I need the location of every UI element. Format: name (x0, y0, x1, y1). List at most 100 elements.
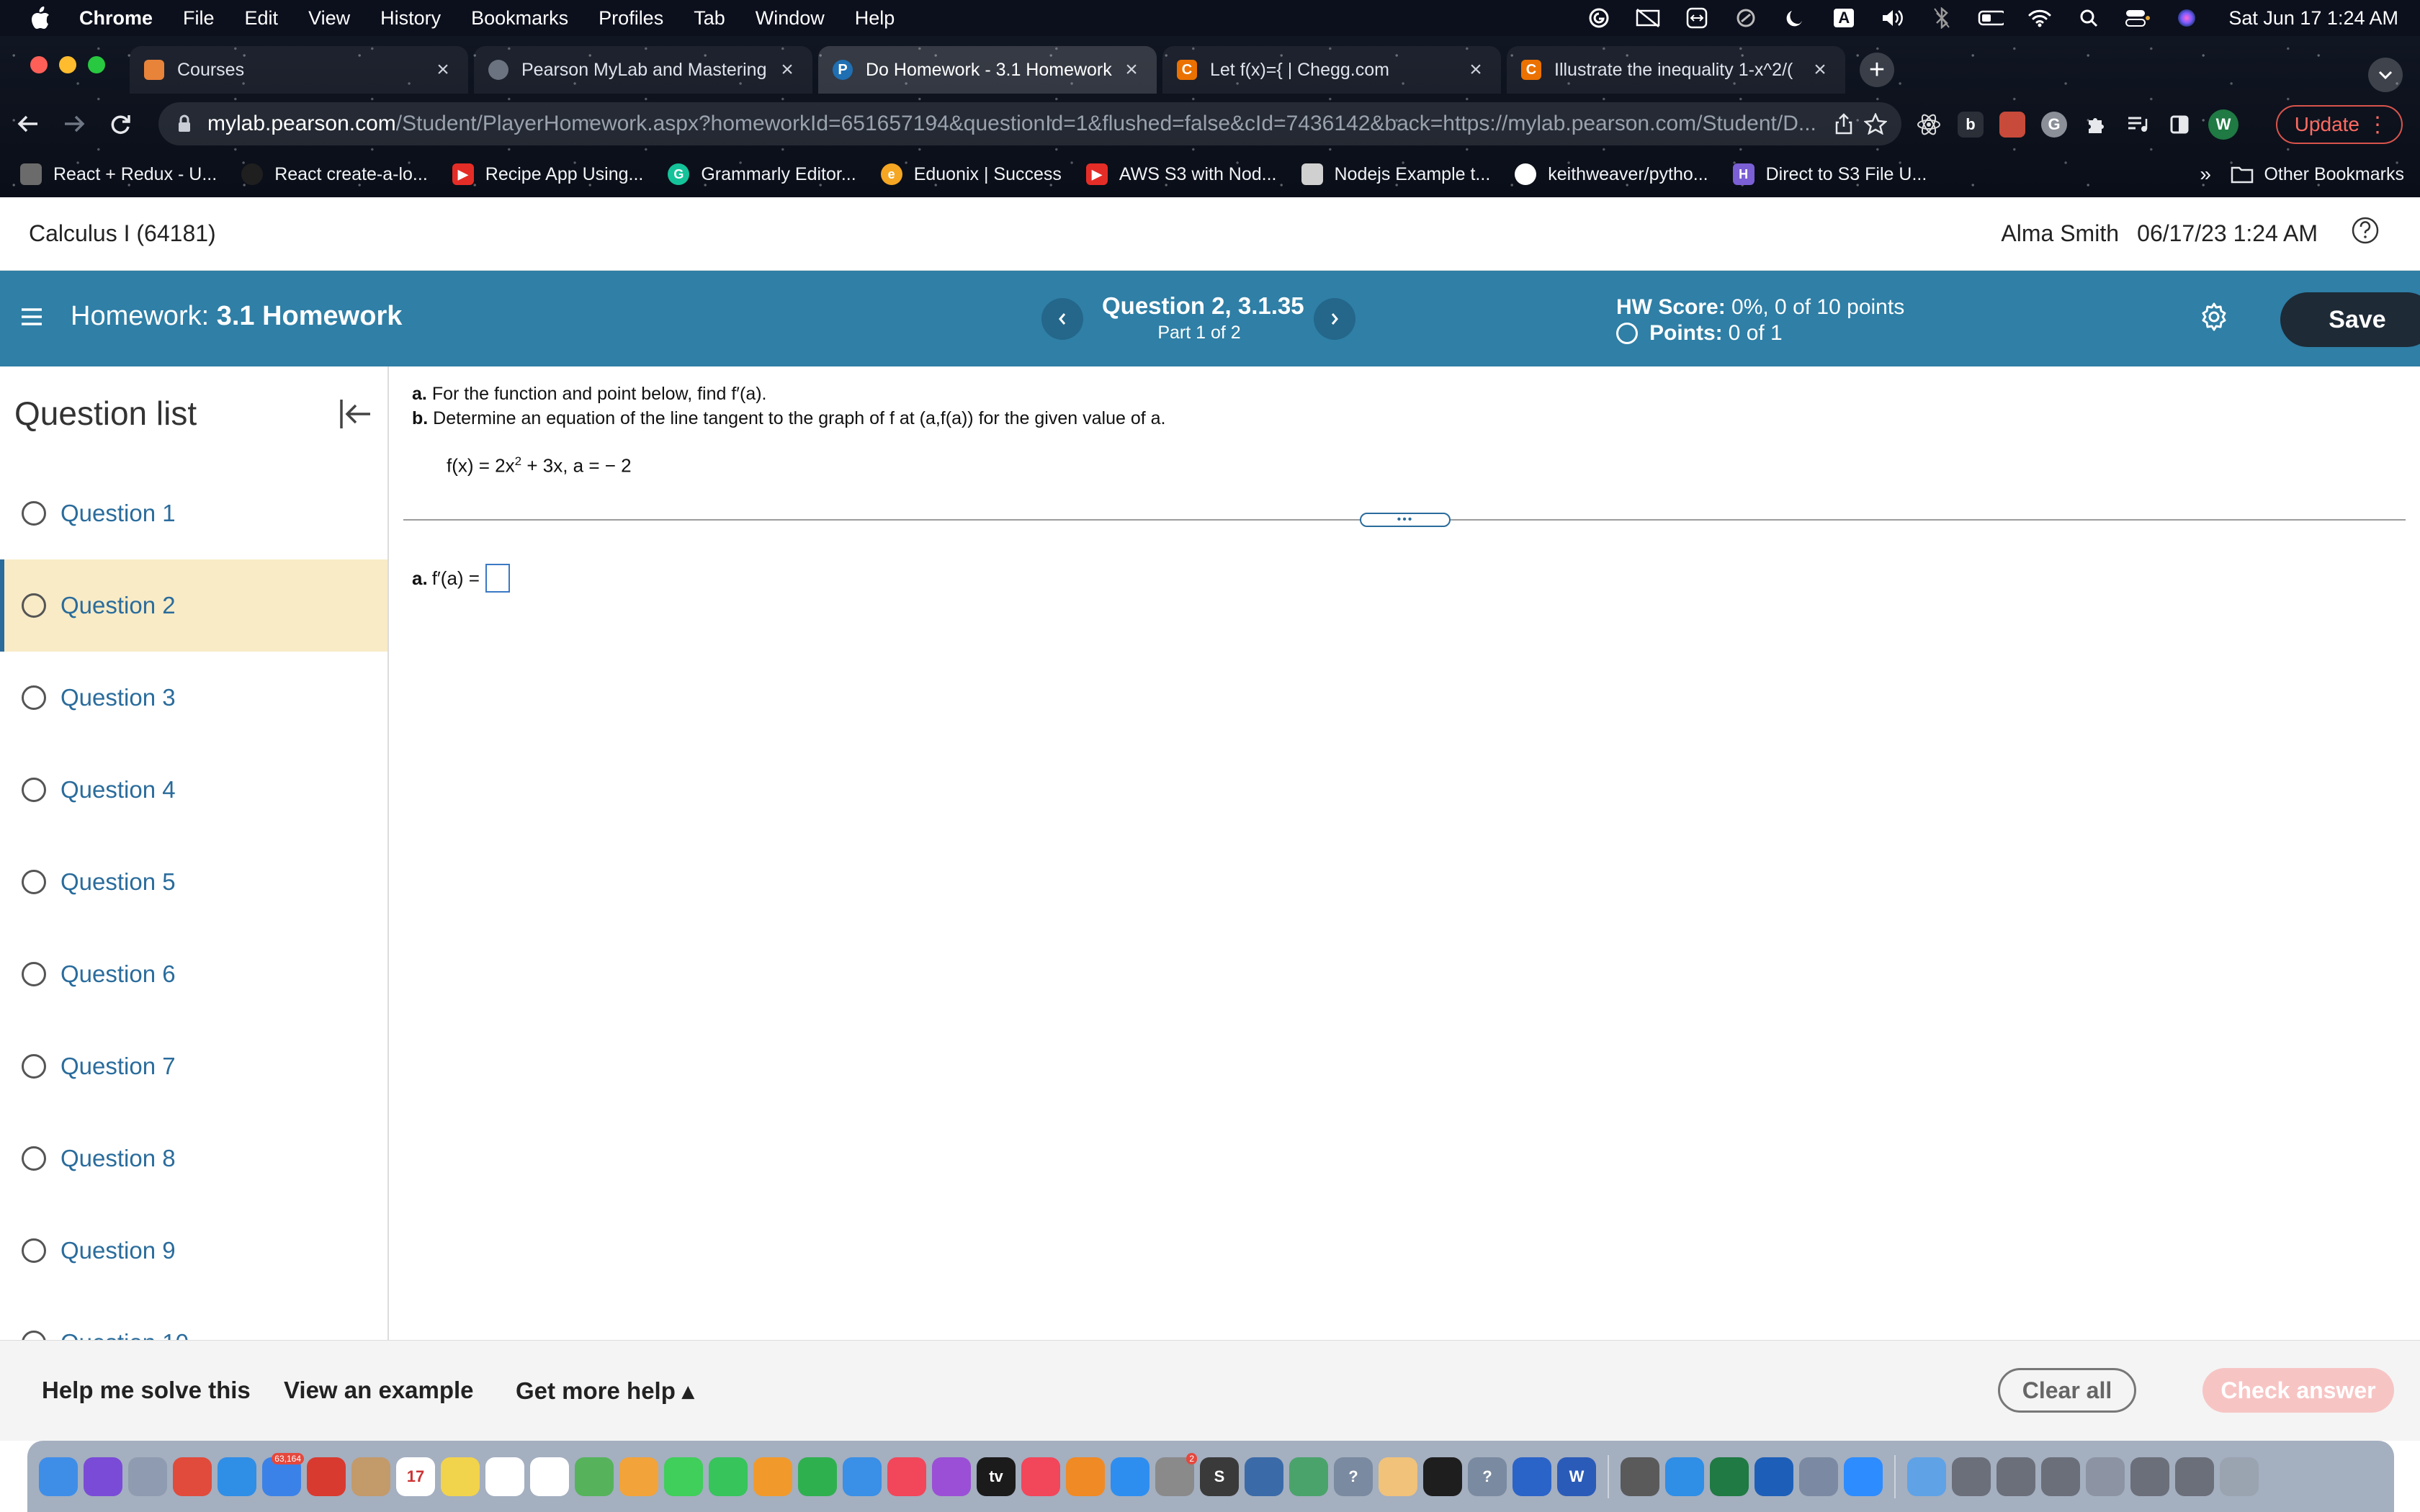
zoom-dock-icon[interactable] (1844, 1457, 1883, 1496)
trash-dock-icon[interactable] (2220, 1457, 2259, 1496)
browser-tab[interactable]: C Illustrate the inequality 1-x^2/( × (1507, 46, 1845, 94)
apple-tv-dock-icon[interactable]: tv (977, 1457, 1016, 1496)
close-window-button[interactable] (30, 56, 48, 73)
collapse-panel-icon[interactable] (337, 395, 375, 433)
menu-file[interactable]: File (183, 7, 215, 30)
screens-6-dock-icon[interactable] (2175, 1457, 2214, 1496)
media-controls-icon[interactable] (2125, 112, 2151, 138)
new-tab-button[interactable]: + (1860, 53, 1894, 87)
profile-avatar[interactable]: W (2208, 109, 2238, 140)
menu-view[interactable]: View (308, 7, 350, 30)
bookmark-item[interactable]: keithweaver/pytho... (1515, 163, 1708, 185)
lock-icon[interactable] (177, 114, 192, 133)
close-tab-icon[interactable]: × (432, 58, 454, 82)
menu-app-name[interactable]: Chrome (79, 7, 153, 30)
address-bar[interactable]: mylab.pearson.com /Student/PlayerHomewor… (158, 102, 1901, 145)
close-tab-icon[interactable]: × (1809, 58, 1831, 82)
spotlight-search-icon[interactable] (2076, 7, 2102, 29)
sublime-dock-icon[interactable]: S (1200, 1457, 1239, 1496)
app-store-dock-icon[interactable] (1111, 1457, 1150, 1496)
menu-edit[interactable]: Edit (245, 7, 279, 30)
safari-2-dock-icon[interactable] (1665, 1457, 1704, 1496)
excel-dock-icon[interactable] (1710, 1457, 1749, 1496)
next-question-button[interactable] (1314, 298, 1355, 340)
browser-tab[interactable]: C Let f(x)={ | Chegg.com × (1162, 46, 1501, 94)
zoom-window-button[interactable] (88, 56, 105, 73)
question-list-item[interactable]: Question 2 (0, 559, 387, 652)
extensions-puzzle-icon[interactable] (2083, 112, 2109, 138)
bookmark-item[interactable]: ▶ AWS S3 with Nod... (1085, 163, 1277, 185)
react-devtools-icon[interactable] (1916, 112, 1942, 138)
question-list-item[interactable]: Question 6 (0, 928, 387, 1020)
teamviewer-status-icon[interactable] (1684, 7, 1710, 29)
calendar-dock-icon[interactable]: 17 (396, 1457, 435, 1496)
question-list-item[interactable]: Question 7 (0, 1020, 387, 1112)
wifi-icon[interactable] (2027, 7, 2053, 29)
browser-tab-active[interactable]: P Do Homework - 3.1 Homework × (818, 46, 1157, 94)
bookmark-item[interactable]: e Eduonix | Success (880, 163, 1062, 185)
question-list-item[interactable]: Question 9 (0, 1205, 387, 1297)
chrome-dock-icon[interactable] (173, 1457, 212, 1496)
grammarly-status-icon[interactable] (1586, 7, 1612, 29)
close-tab-icon[interactable]: × (776, 58, 798, 82)
bookmark-item[interactable]: H Direct to S3 File U... (1732, 163, 1927, 185)
other-bookmarks-button[interactable]: Other Bookmarks (2231, 151, 2404, 197)
control-center-icon[interactable] (2125, 7, 2151, 29)
back-button[interactable] (10, 106, 46, 142)
word-dock-icon[interactable]: W (1557, 1457, 1596, 1496)
close-tab-icon[interactable]: × (1121, 58, 1142, 82)
screen-mirroring-off-icon[interactable] (1635, 7, 1661, 29)
reload-button[interactable] (102, 106, 138, 142)
podcasts-dock-icon[interactable] (932, 1457, 971, 1496)
help-dock-icon[interactable]: ? (1334, 1457, 1373, 1496)
messages-dock-icon[interactable] (664, 1457, 703, 1496)
notes-dock-icon[interactable] (441, 1457, 480, 1496)
menu-tab[interactable]: Tab (694, 7, 725, 30)
help-me-solve-button[interactable]: Help me solve this (42, 1377, 251, 1404)
settings-gear-icon[interactable] (2197, 300, 2231, 334)
update-chrome-button[interactable]: Update ⋮ (2275, 105, 2403, 144)
hamburger-menu-icon[interactable] (19, 304, 45, 330)
question-list-item[interactable]: Question 8 (0, 1112, 387, 1205)
screenshot-dock-icon[interactable] (1799, 1457, 1838, 1496)
question-list-item[interactable]: Question 1 (0, 467, 387, 559)
photos-dock-icon[interactable] (619, 1457, 658, 1496)
check-answer-button[interactable]: Check answer (2202, 1368, 2394, 1413)
preview-dock-icon[interactable] (1621, 1457, 1659, 1496)
question-list-item[interactable]: Question 4 (0, 744, 387, 836)
facetime-dock-icon[interactable] (709, 1457, 748, 1496)
screens-4-dock-icon[interactable] (2086, 1457, 2125, 1496)
finder-dock-icon[interactable] (39, 1457, 78, 1496)
menu-window[interactable]: Window (756, 7, 825, 30)
atom-dock-icon[interactable] (1289, 1457, 1328, 1496)
menu-bar-clock[interactable]: Sat Jun 17 1:24 AM (2228, 7, 2398, 30)
apple-icon[interactable] (26, 4, 55, 32)
siri-dock-icon[interactable] (84, 1457, 122, 1496)
resize-handle[interactable]: ••• (1360, 513, 1451, 527)
save-button[interactable]: Save (2280, 292, 2420, 347)
question-list-item[interactable]: Question 3 (0, 652, 387, 744)
stickies-dock-icon[interactable] (1379, 1457, 1417, 1496)
launchpad-dock-icon[interactable] (128, 1457, 167, 1496)
course-title[interactable]: Calculus I (64181) (29, 220, 216, 247)
bookmark-item[interactable]: G Grammarly Editor... (668, 163, 856, 185)
pgadmin-dock-icon[interactable] (1245, 1457, 1283, 1496)
minimize-window-button[interactable] (59, 56, 76, 73)
bookmark-star-icon[interactable] (1860, 113, 1891, 135)
grammarly-extension-icon[interactable]: G (2041, 112, 2067, 138)
menu-history[interactable]: History (380, 7, 441, 30)
forward-button[interactable] (56, 106, 92, 142)
view-example-button[interactable]: View an example (284, 1377, 474, 1404)
music-dock-icon[interactable] (887, 1457, 926, 1496)
browser-tab[interactable]: Pearson MyLab and Mastering × (474, 46, 812, 94)
close-tab-icon[interactable]: × (1465, 58, 1487, 82)
screens-2-dock-icon[interactable] (1996, 1457, 2035, 1496)
bookmark-item[interactable]: Nodejs Example t... (1301, 163, 1490, 185)
system-settings-dock-icon[interactable]: 2 (1155, 1452, 1197, 1496)
question-list-item[interactable]: Question 5 (0, 836, 387, 928)
sync-status-icon[interactable] (1733, 7, 1759, 29)
books-dock-icon[interactable] (1066, 1457, 1105, 1496)
bookmark-item[interactable]: React create-a-lo... (241, 163, 428, 185)
input-source-icon[interactable]: A (1831, 7, 1857, 29)
numbers-dock-icon[interactable] (798, 1457, 837, 1496)
